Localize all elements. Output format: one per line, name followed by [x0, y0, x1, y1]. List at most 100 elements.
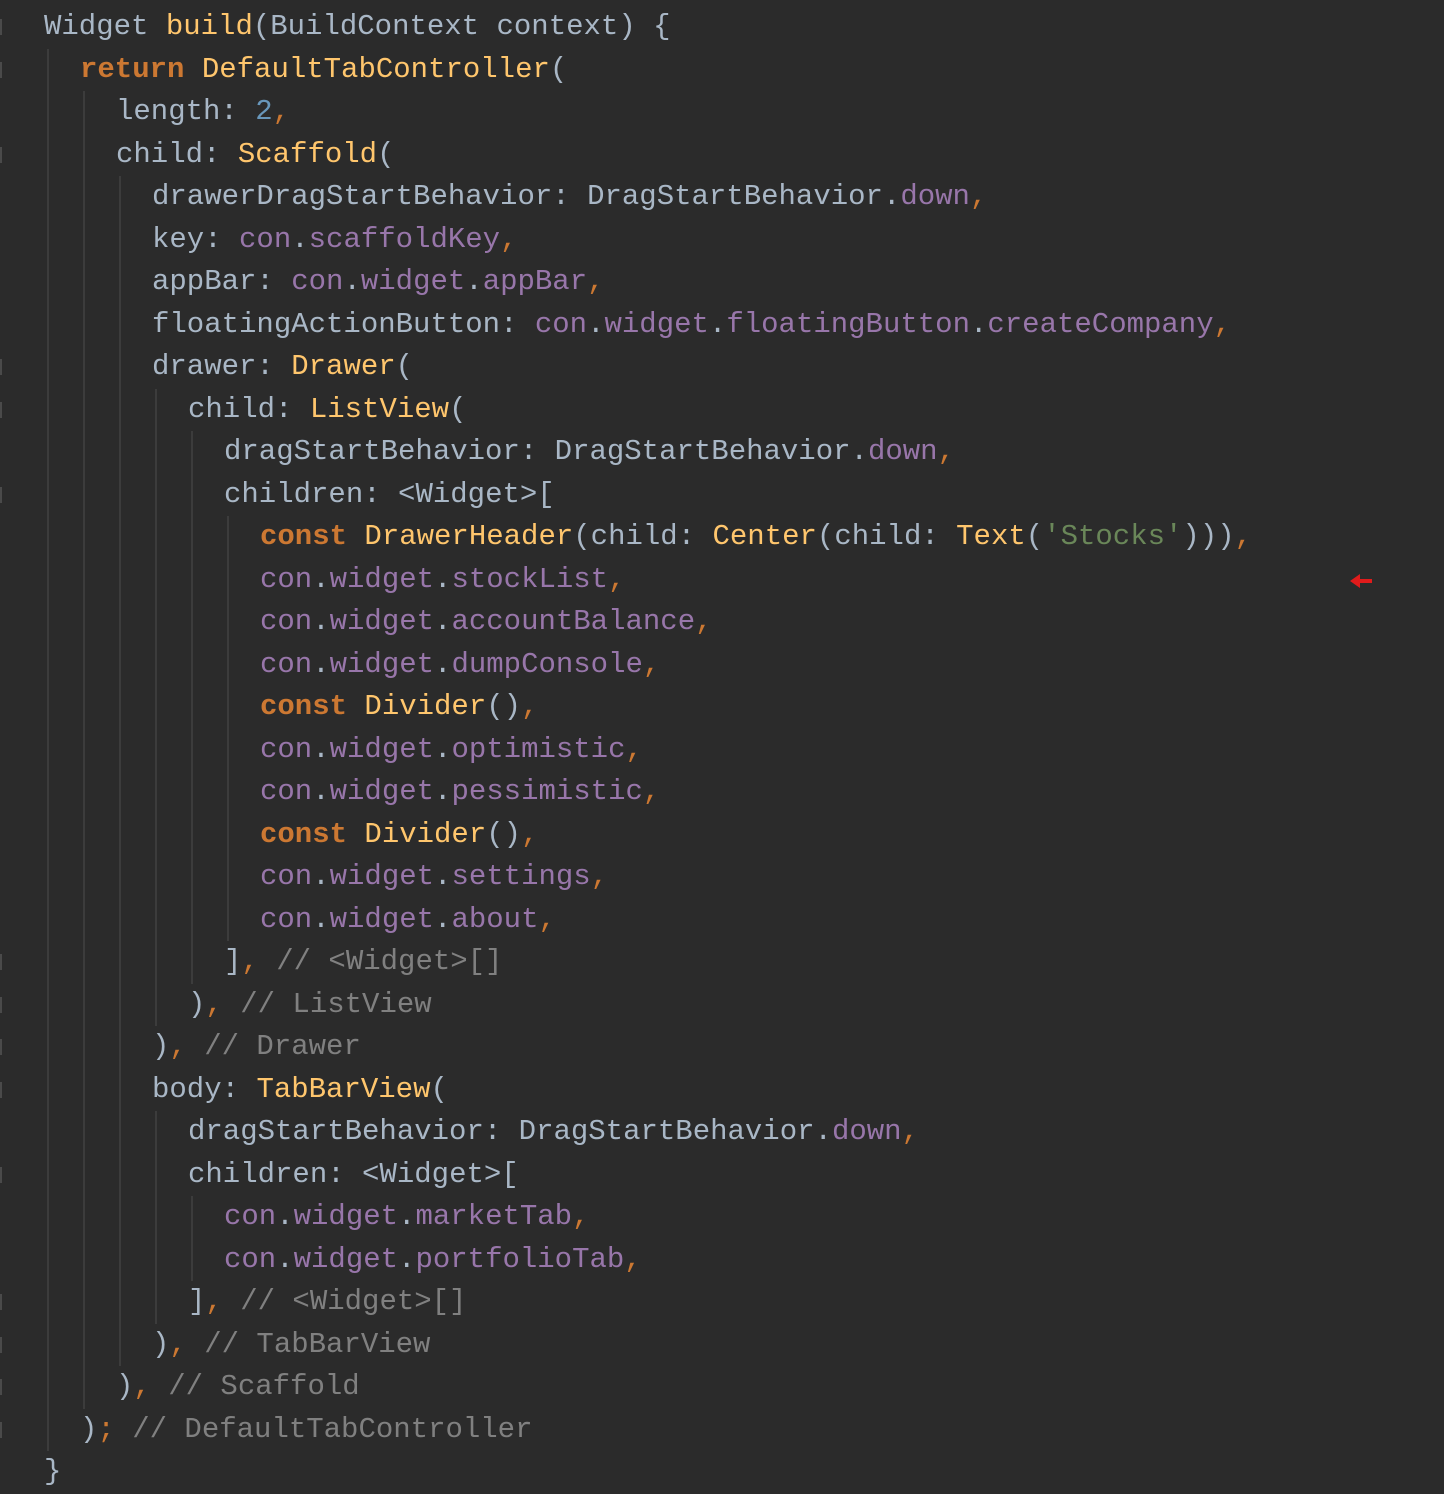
code-token: ) — [116, 1370, 134, 1403]
fold-marker[interactable] — [0, 401, 2, 418]
code-token: children — [188, 1157, 328, 1191]
fold-marker[interactable] — [0, 359, 2, 375]
code-token: . — [434, 775, 452, 808]
fold-marker[interactable] — [0, 1379, 2, 1395]
code-token: () — [486, 817, 522, 851]
code-token: . — [434, 732, 452, 766]
code-token: about — [451, 902, 539, 936]
code-line[interactable]: children: <Widget>[ — [44, 474, 1444, 517]
code-token: length — [116, 95, 221, 128]
code-token: con — [534, 307, 588, 341]
code-token: . — [587, 307, 605, 341]
code-line[interactable]: ], // <Widget>[] — [44, 1281, 1444, 1324]
code-line[interactable]: con.widget.optimistic, — [44, 729, 1444, 772]
code-line[interactable]: child: Scaffold( — [44, 134, 1444, 177]
code-line[interactable]: length: 2, — [44, 91, 1444, 134]
code-line[interactable]: con.widget.dumpConsole, — [44, 644, 1444, 687]
code-line[interactable]: appBar: con.widget.appBar, — [44, 261, 1444, 304]
code-token: pessimistic — [451, 775, 643, 808]
code-line[interactable]: key: con.scaffoldKey, — [44, 219, 1444, 262]
code-token: Scaffold — [237, 137, 378, 171]
code-token: , — [169, 1030, 187, 1063]
fold-marker[interactable] — [0, 954, 2, 970]
code-token: , — [572, 1200, 590, 1233]
code-token: : — [220, 95, 256, 128]
code-editor[interactable]: Widget build(BuildContext context) {retu… — [0, 0, 1444, 1494]
code-token: : — [921, 520, 957, 553]
code-line[interactable]: con.widget.settings, — [44, 856, 1444, 899]
code-line[interactable]: drawer: Drawer( — [44, 346, 1444, 389]
code-token: : — [500, 307, 535, 341]
code-line[interactable]: ), // TabBarView — [44, 1324, 1444, 1367]
code-line[interactable]: body: TabBarView( — [44, 1069, 1444, 1112]
code-token: . — [398, 1242, 416, 1276]
code-token: widget — [293, 1200, 399, 1233]
code-token: . — [312, 902, 330, 936]
code-token: marketTab — [415, 1200, 573, 1233]
code-token: // DefaultTabController — [114, 1412, 533, 1446]
code-token: ( — [1025, 520, 1044, 553]
code-line[interactable]: ), // ListView — [44, 984, 1444, 1027]
fold-marker[interactable] — [0, 996, 2, 1013]
code-line[interactable]: dragStartBehavior: DragStartBehavior.dow… — [44, 431, 1444, 474]
code-line[interactable]: con.widget.pessimistic, — [44, 771, 1444, 814]
code-token: ( — [449, 392, 467, 426]
code-token: ( — [377, 137, 395, 171]
code-line[interactable]: const Divider(), — [44, 686, 1444, 729]
code-token: child — [834, 520, 922, 553]
code-token: , — [608, 562, 626, 596]
code-line[interactable]: ); // DefaultTabController — [44, 1409, 1444, 1452]
code-line[interactable]: } — [44, 1451, 1444, 1494]
fold-marker[interactable] — [0, 1166, 2, 1183]
code-line[interactable]: con.widget.portfolioTab, — [44, 1239, 1444, 1282]
code-line[interactable]: con.widget.accountBalance, — [44, 601, 1444, 644]
code-token: } — [44, 1455, 62, 1488]
code-token: con — [260, 775, 313, 808]
code-line[interactable]: const DrawerHeader(child: Center(child: … — [44, 516, 1444, 559]
code-token: con — [260, 562, 313, 596]
code-token: . — [434, 605, 452, 638]
code-token: DrawerHeader — [364, 520, 574, 553]
code-token: con — [260, 605, 313, 638]
code-token: Divider — [364, 817, 487, 851]
code-token: Text — [956, 520, 1026, 553]
code-line[interactable]: children: <Widget>[ — [44, 1154, 1444, 1197]
code-line[interactable]: con.widget.stockList, — [44, 559, 1444, 602]
code-token: . — [312, 562, 330, 596]
code-token: accountBalance — [451, 605, 696, 638]
code-line[interactable]: child: ListView( — [44, 389, 1444, 432]
code-line[interactable]: const Divider(), — [44, 814, 1444, 857]
code-token: widget — [329, 775, 435, 808]
fold-marker[interactable] — [0, 486, 2, 503]
code-line[interactable]: con.widget.marketTab, — [44, 1196, 1444, 1239]
code-line[interactable]: dragStartBehavior: DragStartBehavior.dow… — [44, 1111, 1444, 1154]
code-line[interactable]: con.widget.about, — [44, 899, 1444, 942]
code-token: ) — [152, 1030, 170, 1063]
code-token: ) — [188, 987, 206, 1021]
fold-marker[interactable] — [0, 1421, 2, 1438]
code-token: : — [552, 180, 588, 213]
code-token: , — [937, 435, 955, 468]
fold-marker[interactable] — [0, 61, 2, 78]
fold-marker[interactable] — [0, 1336, 2, 1353]
code-line[interactable]: Widget build(BuildContext context) { — [44, 6, 1444, 49]
code-line[interactable]: floatingActionButton: con.widget.floatin… — [44, 304, 1444, 347]
fold-marker[interactable] — [0, 1081, 2, 1098]
code-token: con — [260, 732, 313, 766]
fold-marker[interactable] — [0, 146, 2, 163]
code-token: , — [642, 647, 661, 681]
code-token: widget — [329, 562, 435, 596]
fold-marker[interactable] — [0, 1039, 2, 1055]
code-line[interactable]: ], // <Widget>[] — [44, 941, 1444, 984]
fold-marker[interactable] — [0, 19, 2, 35]
code-token: DragStartBehavior — [518, 1115, 815, 1148]
fold-marker[interactable] — [0, 1294, 2, 1310]
code-line[interactable]: ), // Drawer — [44, 1026, 1444, 1069]
code-token: , — [1213, 307, 1232, 341]
code-token: down — [900, 180, 970, 213]
code-token: . — [312, 605, 330, 638]
code-token: ) { — [618, 10, 671, 43]
code-line[interactable]: ), // Scaffold — [44, 1366, 1444, 1409]
code-line[interactable]: return DefaultTabController( — [44, 49, 1444, 92]
code-line[interactable]: drawerDragStartBehavior: DragStartBehavi… — [44, 176, 1444, 219]
